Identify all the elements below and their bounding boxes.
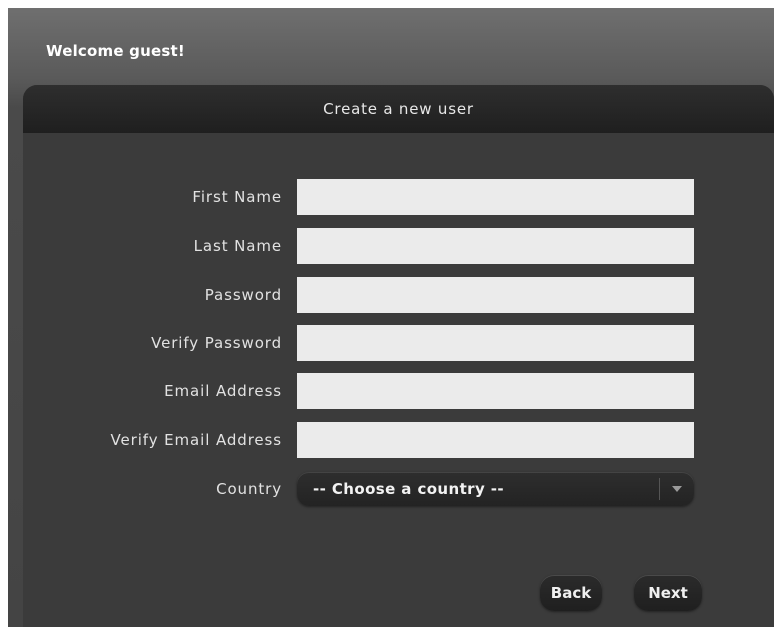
verify-password-label: Verify Password [151,334,282,352]
panel-header: Create a new user [23,85,774,133]
verify-password-row: Verify Password [23,325,774,361]
back-button[interactable]: Back [540,575,602,611]
email-row: Email Address [23,373,774,409]
first-name-field[interactable] [297,179,694,215]
verify-email-field[interactable] [297,422,694,458]
panel-title: Create a new user [323,100,474,118]
password-label: Password [204,286,282,304]
verify-email-row: Verify Email Address [23,422,774,458]
country-row: Country -- Choose a country -- [23,472,774,508]
next-button[interactable]: Next [634,575,702,611]
password-row: Password [23,277,774,313]
first-name-row: First Name [23,179,774,215]
last-name-row: Last Name [23,228,774,264]
create-user-panel: Create a new user First Name Last Name P… [23,85,774,627]
country-label: Country [216,480,282,498]
select-divider [659,478,660,500]
email-field[interactable] [297,373,694,409]
chevron-down-icon[interactable] [672,486,682,492]
verify-password-field[interactable] [297,325,694,361]
last-name-field[interactable] [297,228,694,264]
app-window: Welcome guest! Create a new user First N… [8,8,774,627]
country-selected-value: -- Choose a country -- [313,480,505,498]
country-select[interactable]: -- Choose a country -- [297,472,694,506]
email-label: Email Address [164,382,282,400]
first-name-label: First Name [192,188,282,206]
last-name-label: Last Name [193,237,282,255]
password-field[interactable] [297,277,694,313]
welcome-message: Welcome guest! [46,42,185,60]
verify-email-label: Verify Email Address [110,431,282,449]
